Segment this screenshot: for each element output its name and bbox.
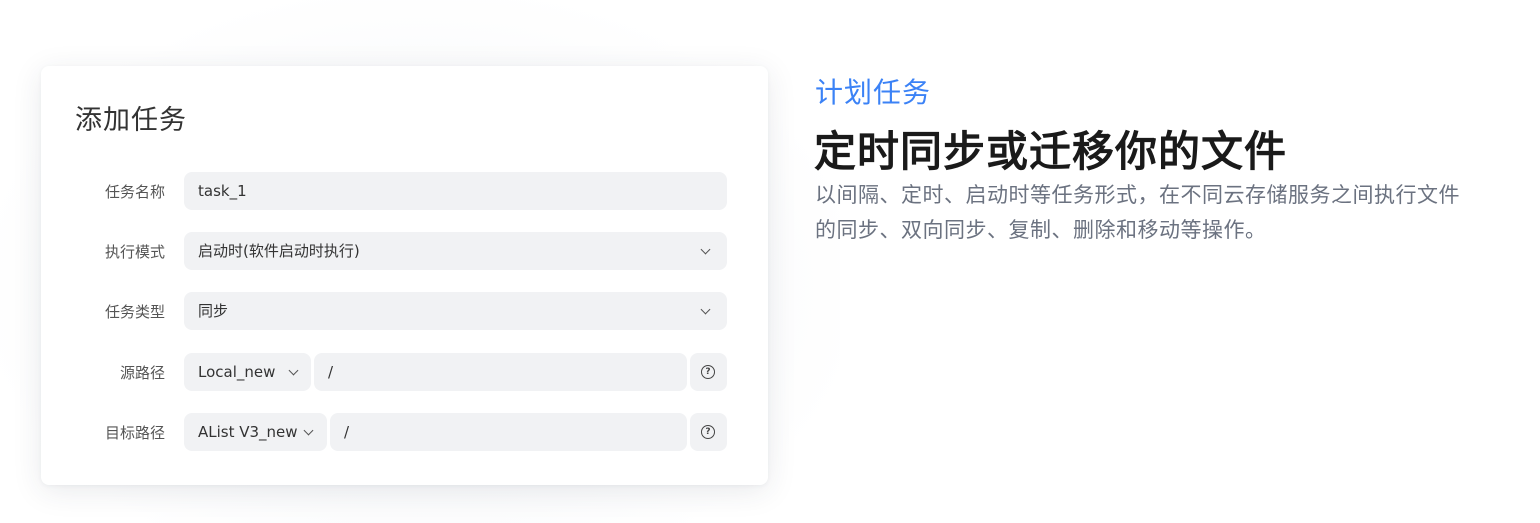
- source-storage-select[interactable]: Local_new: [184, 353, 311, 391]
- chevron-down-icon: [303, 425, 314, 436]
- target-path-row: 目标路径 AList V3_new / ?: [41, 413, 768, 451]
- task-name-input[interactable]: task_1: [184, 172, 727, 210]
- target-help-button[interactable]: ?: [690, 413, 727, 451]
- target-path-value: /: [344, 423, 350, 441]
- exec-mode-row: 执行模式 启动时(软件启动时执行): [41, 232, 768, 270]
- source-path-input[interactable]: /: [314, 353, 687, 391]
- task-name-label: 任务名称: [104, 183, 165, 201]
- exec-mode-select[interactable]: 启动时(软件启动时执行): [184, 232, 727, 270]
- chevron-down-icon: [288, 365, 299, 376]
- feature-description-line-1: 以间隔、定时、启动时等任务形式，在不同云存储服务之间执行文件: [815, 183, 1460, 207]
- source-path-row: 源路径 Local_new / ?: [41, 353, 768, 391]
- task-name-row: 任务名称 task_1: [41, 172, 768, 210]
- add-task-card: 添加任务 任务名称 task_1 执行模式 启动时(软件启动时执行) 任务类型 …: [41, 66, 768, 485]
- target-path-input[interactable]: /: [330, 413, 687, 451]
- target-path-label: 目标路径: [104, 424, 165, 442]
- task-type-select[interactable]: 同步: [184, 292, 727, 330]
- chevron-down-icon: [700, 304, 711, 315]
- target-storage-value: AList V3_new: [198, 423, 298, 441]
- help-circle-icon: ?: [701, 365, 715, 379]
- target-storage-select[interactable]: AList V3_new: [184, 413, 327, 451]
- source-help-button[interactable]: ?: [690, 353, 727, 391]
- exec-mode-label: 执行模式: [104, 243, 165, 261]
- feature-subtitle: 计划任务: [815, 76, 932, 109]
- task-name-value: task_1: [198, 182, 247, 200]
- help-circle-icon: ?: [701, 425, 715, 439]
- source-storage-value: Local_new: [198, 363, 276, 381]
- source-path-label: 源路径: [119, 364, 165, 382]
- source-path-value: /: [328, 363, 334, 381]
- feature-description-line-2: 的同步、双向同步、复制、删除和移动等操作。: [815, 218, 1267, 242]
- exec-mode-value: 启动时(软件启动时执行): [198, 242, 360, 260]
- task-type-row: 任务类型 同步: [41, 292, 768, 330]
- task-type-value: 同步: [198, 302, 229, 320]
- feature-title: 定时同步或迁移你的文件: [814, 127, 1288, 176]
- chevron-down-icon: [700, 244, 711, 255]
- feature-description: 以间隔、定时、启动时等任务形式，在不同云存储服务之间执行文件 的同步、双向同步、…: [815, 178, 1540, 248]
- task-type-label: 任务类型: [104, 303, 165, 321]
- card-title: 添加任务: [75, 105, 187, 136]
